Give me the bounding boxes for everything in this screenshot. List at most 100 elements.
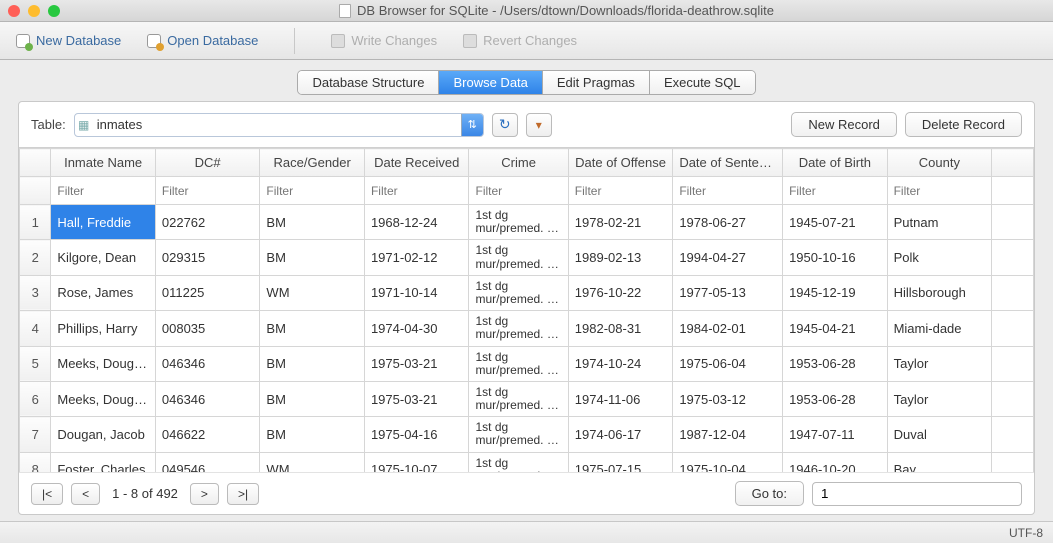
filter-race-gender[interactable] <box>260 180 364 202</box>
cell-spacer[interactable] <box>992 417 1034 452</box>
close-icon[interactable] <box>8 5 20 17</box>
cell-sent[interactable]: 1977-05-13 <box>673 275 783 310</box>
col-date-offense[interactable]: Date of Offense <box>568 149 673 177</box>
cell-dc[interactable]: 022762 <box>155 205 260 240</box>
rownum-header[interactable] <box>20 149 51 177</box>
cell-county[interactable]: Polk <box>887 240 992 275</box>
filter-inmate-name[interactable] <box>51 180 155 202</box>
cell-spacer[interactable] <box>992 452 1034 472</box>
rownum[interactable]: 4 <box>20 311 51 346</box>
goto-button[interactable]: Go to: <box>735 481 804 506</box>
cell-crime[interactable]: 1st dg mur/premed. … <box>469 275 568 310</box>
cell-sent[interactable]: 1978-06-27 <box>673 205 783 240</box>
rownum[interactable]: 6 <box>20 381 51 416</box>
cell-spacer[interactable] <box>992 346 1034 381</box>
table-row[interactable]: 3Rose, James011225WM1971-10-141st dg mur… <box>20 275 1034 310</box>
cell-dob[interactable]: 1945-12-19 <box>783 275 888 310</box>
col-crime[interactable]: Crime <box>469 149 568 177</box>
cell-sent[interactable]: 1975-10-04 <box>673 452 783 472</box>
cell-dc[interactable]: 046346 <box>155 381 260 416</box>
cell-spacer[interactable] <box>992 205 1034 240</box>
col-dc[interactable]: DC# <box>155 149 260 177</box>
cell-dob[interactable]: 1946-10-20 <box>783 452 888 472</box>
cell-rg[interactable]: BM <box>260 346 365 381</box>
cell-dob[interactable]: 1953-06-28 <box>783 346 888 381</box>
rownum[interactable]: 3 <box>20 275 51 310</box>
cell-county[interactable]: Putnam <box>887 205 992 240</box>
cell-name[interactable]: Foster, Charles <box>51 452 156 472</box>
cell-crime[interactable]: 1st dg mur/premed. … <box>469 240 568 275</box>
minimize-icon[interactable] <box>28 5 40 17</box>
cell-county[interactable]: Taylor <box>887 381 992 416</box>
cell-rg[interactable]: BM <box>260 311 365 346</box>
new-record-button[interactable]: New Record <box>791 112 897 137</box>
cell-rg[interactable]: BM <box>260 205 365 240</box>
delete-record-button[interactable]: Delete Record <box>905 112 1022 137</box>
cell-name[interactable]: Meeks, Douglas <box>51 381 156 416</box>
cell-off[interactable]: 1975-07-15 <box>568 452 673 472</box>
cell-name[interactable]: Phillips, Harry <box>51 311 156 346</box>
filter-county[interactable] <box>888 180 992 202</box>
cell-dob[interactable]: 1950-10-16 <box>783 240 888 275</box>
goto-input[interactable] <box>812 482 1022 506</box>
cell-off[interactable]: 1974-10-24 <box>568 346 673 381</box>
filter-date-birth[interactable] <box>783 180 887 202</box>
write-changes-button[interactable]: Write Changes <box>331 33 437 48</box>
cell-dob[interactable]: 1945-07-21 <box>783 205 888 240</box>
tab-execute[interactable]: Execute SQL <box>650 71 755 94</box>
cell-spacer[interactable] <box>992 275 1034 310</box>
table-row[interactable]: 4Phillips, Harry008035BM1974-04-301st dg… <box>20 311 1034 346</box>
cell-recv[interactable]: 1975-03-21 <box>364 381 469 416</box>
cell-name[interactable]: Meeks, Douglas <box>51 346 156 381</box>
cell-recv[interactable]: 1975-10-07 <box>364 452 469 472</box>
col-date-birth[interactable]: Date of Birth <box>783 149 888 177</box>
tab-browse[interactable]: Browse Data <box>439 71 542 94</box>
cell-sent[interactable]: 1975-03-12 <box>673 381 783 416</box>
cell-crime[interactable]: 1st dg mur/premed. … <box>469 205 568 240</box>
rownum[interactable]: 1 <box>20 205 51 240</box>
cell-dc[interactable]: 029315 <box>155 240 260 275</box>
cell-spacer[interactable] <box>992 311 1034 346</box>
cell-dob[interactable]: 1953-06-28 <box>783 381 888 416</box>
data-grid[interactable]: Inmate Name DC# Race/Gender Date Receive… <box>19 147 1034 472</box>
cell-name[interactable]: Rose, James <box>51 275 156 310</box>
next-page-button[interactable]: > <box>190 483 219 505</box>
col-county[interactable]: County <box>887 149 992 177</box>
cell-recv[interactable]: 1974-04-30 <box>364 311 469 346</box>
open-database-button[interactable]: Open Database <box>147 33 258 48</box>
cell-off[interactable]: 1982-08-31 <box>568 311 673 346</box>
cell-dc[interactable]: 046622 <box>155 417 260 452</box>
cell-dc[interactable]: 008035 <box>155 311 260 346</box>
cell-crime[interactable]: 1st dg mur/premed. … <box>469 311 568 346</box>
cell-dob[interactable]: 1947-07-11 <box>783 417 888 452</box>
cell-spacer[interactable] <box>992 381 1034 416</box>
new-database-button[interactable]: New Database <box>16 33 121 48</box>
cell-dc[interactable]: 049546 <box>155 452 260 472</box>
cell-off[interactable]: 1974-06-17 <box>568 417 673 452</box>
maximize-icon[interactable] <box>48 5 60 17</box>
cell-county[interactable]: Miami-dade <box>887 311 992 346</box>
filter-crime[interactable] <box>469 180 567 202</box>
cell-county[interactable]: Duval <box>887 417 992 452</box>
clear-filters-button[interactable] <box>526 113 552 137</box>
cell-dob[interactable]: 1945-04-21 <box>783 311 888 346</box>
cell-crime[interactable]: 1st dg mur/premed. … <box>469 381 568 416</box>
cell-crime[interactable]: 1st dg mur/premed. … <box>469 346 568 381</box>
table-row[interactable]: 2Kilgore, Dean029315BM1971-02-121st dg m… <box>20 240 1034 275</box>
rownum[interactable]: 7 <box>20 417 51 452</box>
col-date-received[interactable]: Date Received <box>364 149 469 177</box>
cell-off[interactable]: 1989-02-13 <box>568 240 673 275</box>
cell-sent[interactable]: 1987-12-04 <box>673 417 783 452</box>
cell-rg[interactable]: BM <box>260 381 365 416</box>
cell-off[interactable]: 1976-10-22 <box>568 275 673 310</box>
table-row[interactable]: 6Meeks, Douglas046346BM1975-03-211st dg … <box>20 381 1034 416</box>
rownum[interactable]: 5 <box>20 346 51 381</box>
refresh-button[interactable] <box>492 113 518 137</box>
cell-spacer[interactable] <box>992 240 1034 275</box>
col-inmate-name[interactable]: Inmate Name <box>51 149 156 177</box>
cell-off[interactable]: 1974-11-06 <box>568 381 673 416</box>
cell-sent[interactable]: 1984-02-01 <box>673 311 783 346</box>
cell-recv[interactable]: 1975-04-16 <box>364 417 469 452</box>
table-row[interactable]: 7Dougan, Jacob046622BM1975-04-161st dg m… <box>20 417 1034 452</box>
tab-pragmas[interactable]: Edit Pragmas <box>543 71 650 94</box>
